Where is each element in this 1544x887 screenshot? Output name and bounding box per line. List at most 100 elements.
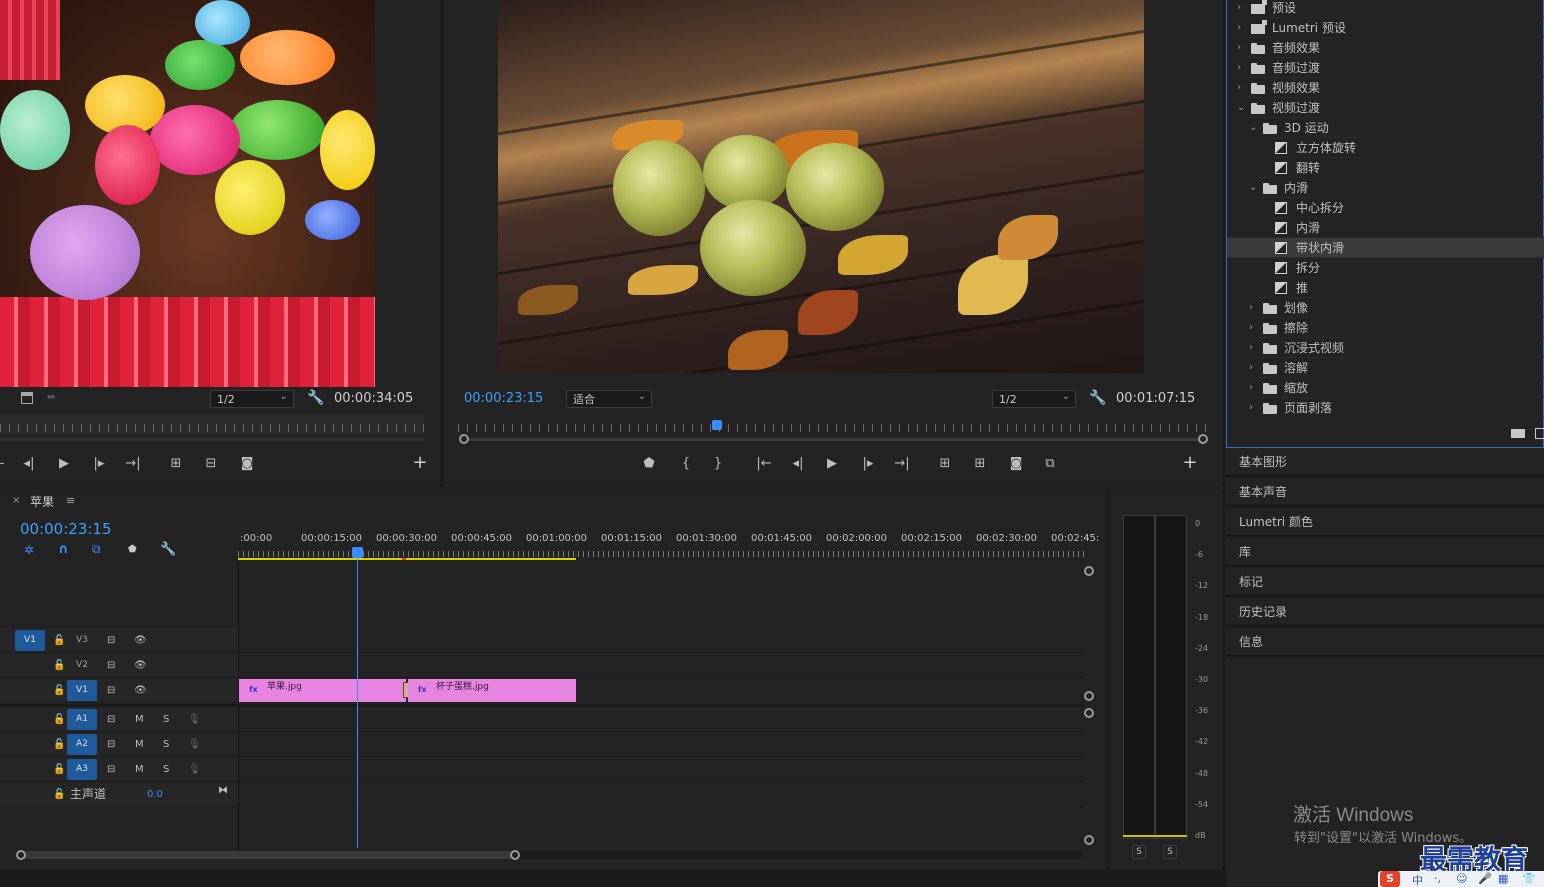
snap-icon[interactable]: ✲ [24, 543, 34, 557]
go-to-out-icon[interactable]: →| [892, 454, 912, 474]
ime-toolbar[interactable]: S 中 ·, ☺ 🎤 ▦ 👕 [1378, 871, 1544, 887]
chevron-right-icon[interactable]: › [1237, 62, 1241, 73]
solo-right-button[interactable]: S [1163, 845, 1177, 859]
comparison-view-icon[interactable]: ⧉ [1040, 454, 1060, 474]
chevron-right-icon[interactable]: › [1237, 82, 1241, 93]
mark-out-icon[interactable]: } [708, 454, 728, 474]
audio-scroll-top-handle[interactable] [1084, 708, 1094, 718]
close-tab-icon[interactable]: × [12, 495, 20, 506]
effects-item[interactable]: ⌄ 视频过渡 [1227, 98, 1544, 118]
master-volume-value[interactable]: 0.0 [147, 782, 163, 807]
program-zoom-bar[interactable] [464, 438, 1204, 441]
new-bin-icon[interactable] [1511, 429, 1525, 438]
ime-language[interactable]: 中 [1412, 872, 1423, 887]
ime-logo-icon[interactable]: S [1380, 871, 1400, 887]
effects-item[interactable]: › 音频过渡 [1227, 58, 1544, 78]
ime-punctuation-icon[interactable]: ·, [1434, 872, 1441, 885]
effects-item[interactable]: › 划像 [1227, 298, 1544, 318]
track-target-a1[interactable]: A1 [67, 709, 97, 730]
effects-item[interactable]: › 缩放 [1227, 378, 1544, 398]
effects-item[interactable]: › 预设 [1227, 0, 1544, 18]
chevron-right-icon[interactable]: › [1249, 342, 1253, 353]
step-back-icon[interactable]: ◂| [19, 454, 39, 474]
program-scrub-bar[interactable] [458, 420, 1206, 434]
lock-icon[interactable]: 🔓 [53, 707, 65, 732]
wrench-icon[interactable]: 🔧 [307, 390, 324, 406]
timeline-scroll-thumb[interactable] [20, 851, 515, 859]
panel-menu-icon[interactable]: ≡ [66, 494, 75, 507]
effects-item[interactable]: ⌄ 内滑 [1227, 178, 1544, 198]
sync-lock-icon[interactable]: ⊟ [107, 678, 115, 703]
chevron-right-icon[interactable]: › [1237, 42, 1241, 53]
chevron-down-icon[interactable]: ⌄ [1237, 102, 1245, 113]
lock-icon[interactable]: 🔓 [53, 782, 65, 807]
panel-libraries[interactable]: 库 [1226, 538, 1544, 566]
panel-essential-graphics[interactable]: 基本图形 [1226, 448, 1544, 476]
solo-button[interactable]: S [163, 707, 169, 732]
effects-item[interactable]: › 音频效果 [1227, 38, 1544, 58]
microphone-icon[interactable]: 🎙 [188, 707, 201, 732]
program-zoom-select[interactable]: 1/2 ⌄ [992, 390, 1076, 408]
go-to-ends-icon[interactable]: ⧓ [218, 778, 228, 803]
chevron-right-icon[interactable]: › [1249, 302, 1253, 313]
solo-left-button[interactable]: S [1132, 845, 1146, 859]
effects-item[interactable]: 内滑 [1227, 218, 1544, 238]
ime-emoji-icon[interactable]: ☺ [1456, 872, 1467, 885]
zoom-bar-left-handle[interactable] [459, 434, 469, 444]
eye-icon[interactable]: 👁 [134, 653, 147, 678]
source-zoom-bar[interactable] [0, 438, 424, 441]
effects-item[interactable]: 中心拆分 [1227, 198, 1544, 218]
insert-icon[interactable]: ⊞ [166, 454, 186, 474]
chevron-down-icon[interactable]: ⌄ [1249, 182, 1257, 193]
mark-out-icon[interactable]: ‐ [0, 454, 12, 474]
effects-item[interactable]: › 沉浸式视频 [1227, 338, 1544, 358]
panel-lumetri-color[interactable]: Lumetri 颜色 [1226, 508, 1544, 536]
program-playhead-icon[interactable] [712, 420, 722, 430]
lock-icon[interactable]: 🔓 [53, 732, 65, 757]
ime-voice-icon[interactable]: 🎤 [1478, 872, 1492, 885]
microphone-icon[interactable]: 🎙 [188, 732, 201, 757]
effects-item[interactable]: › 视频效果 [1227, 78, 1544, 98]
chevron-right-icon[interactable]: › [1249, 382, 1253, 393]
step-forward-icon[interactable]: |▸ [89, 454, 109, 474]
wrench-icon[interactable]: 🔧 [1089, 390, 1106, 406]
delete-icon[interactable] [1535, 428, 1544, 439]
chevron-right-icon[interactable]: › [1249, 362, 1253, 373]
chevron-down-icon[interactable]: ⌄ [1249, 122, 1257, 133]
sync-lock-icon[interactable]: ⊟ [107, 732, 115, 757]
add-marker-icon[interactable]: ⬟ [639, 454, 659, 474]
clip-apple[interactable]: fx 苹果.jpg [239, 679, 406, 702]
source-zoom-select[interactable]: 1/2 ⌄ [210, 390, 294, 408]
lift-icon[interactable]: ⊞ [935, 454, 955, 474]
audio-scroll-bottom-handle[interactable] [1084, 835, 1094, 845]
panel-info[interactable]: 信息 [1226, 628, 1544, 656]
source-scrub-bar[interactable] [0, 414, 424, 434]
solo-button[interactable]: S [163, 732, 169, 757]
mute-button[interactable]: M [135, 757, 144, 782]
timeline-settings-wrench-icon[interactable]: 🔧 [160, 542, 176, 557]
solo-button[interactable]: S [163, 757, 169, 782]
effects-item[interactable]: › 溶解 [1227, 358, 1544, 378]
insert-sequence-icon[interactable]: ⧉ [92, 542, 101, 557]
effects-item[interactable]: 带状内滑 [1227, 238, 1544, 258]
lock-icon[interactable]: 🔓 [53, 628, 65, 653]
sync-lock-icon[interactable]: ⊟ [107, 628, 115, 653]
panel-markers[interactable]: 标记 [1226, 568, 1544, 596]
eye-icon[interactable]: 👁 [134, 678, 147, 703]
play-icon[interactable]: ▶ [54, 454, 74, 474]
track-target-v1[interactable]: V1 [67, 680, 97, 701]
zoom-bar-right-handle[interactable] [1198, 434, 1208, 444]
time-ruler[interactable]: :00:00 00:00:15:00 00:00:30:00 00:00:45:00 0… [238, 529, 1099, 561]
sequence-tab-label[interactable]: 苹果 [30, 493, 54, 510]
drag-video-icon[interactable]: ⇹ [47, 392, 55, 403]
lock-icon[interactable]: 🔓 [53, 757, 65, 782]
extract-icon[interactable]: ⊞ [970, 454, 990, 474]
add-button-icon[interactable]: + [1180, 453, 1200, 473]
effects-item[interactable]: ⌄ 3D 运动 [1227, 118, 1544, 138]
mark-in-icon[interactable]: { [676, 454, 696, 474]
track-target-a3[interactable]: A3 [67, 759, 97, 780]
sync-lock-icon[interactable]: ⊟ [107, 653, 115, 678]
step-back-icon[interactable]: ◂| [788, 454, 808, 474]
add-button-icon[interactable]: + [410, 453, 430, 473]
chevron-right-icon[interactable]: › [1249, 402, 1253, 413]
